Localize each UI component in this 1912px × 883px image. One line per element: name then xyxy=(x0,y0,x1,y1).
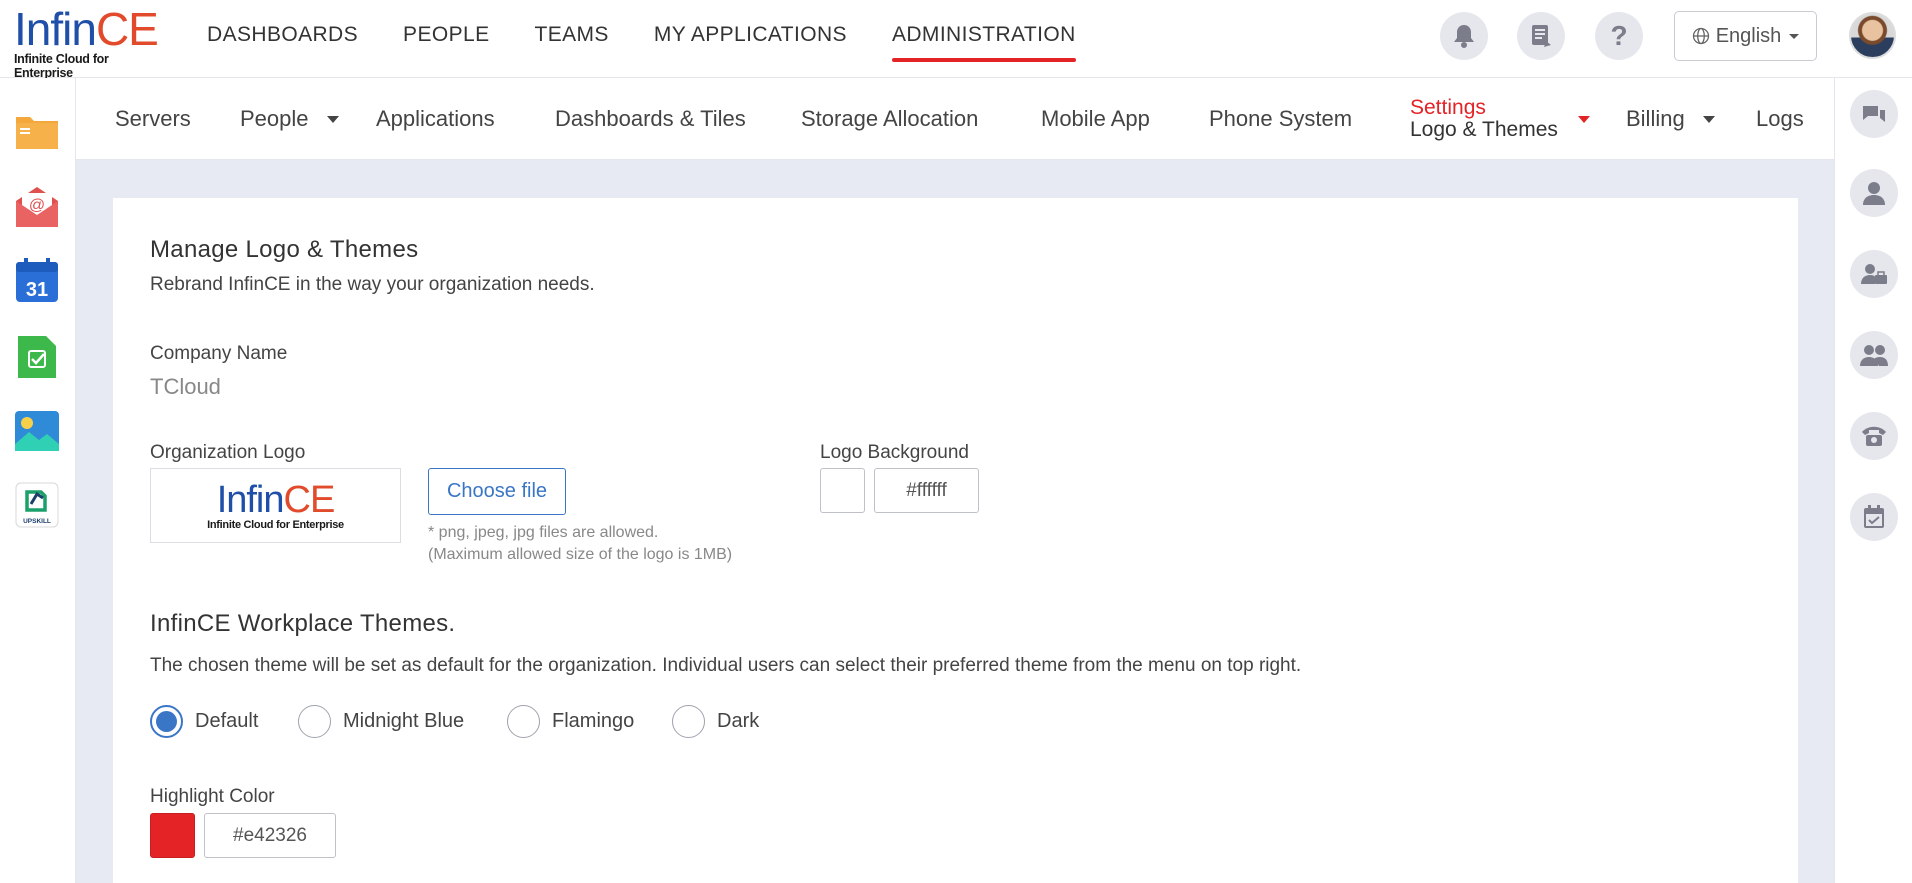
file-type-hint: * png, jpeg, jpg files are allowed. xyxy=(428,524,659,541)
bell-icon[interactable] xyxy=(1440,12,1488,60)
chat-icon[interactable] xyxy=(1850,90,1898,138)
subnav-billing-label: Billing xyxy=(1626,106,1685,131)
main-nav: DASHBOARDS PEOPLE TEAMS MY APPLICATIONS … xyxy=(207,0,1121,70)
preview-logo-word-a: Infin xyxy=(216,478,285,521)
theme-radio-dark[interactable]: Dark xyxy=(672,705,759,738)
page-subtitle: Rebrand InfinCE in the way your organiza… xyxy=(150,274,595,295)
language-label: English xyxy=(1715,24,1782,47)
logo-word-b: CE xyxy=(95,3,159,55)
themes-title: InfinCE Workplace Themes. xyxy=(150,610,456,637)
theme-radio-default[interactable]: Default xyxy=(150,705,258,738)
radio-indicator xyxy=(672,705,705,738)
globe-icon xyxy=(1692,27,1709,45)
chevron-down-icon xyxy=(1789,33,1800,39)
highlight-color-swatch[interactable] xyxy=(150,813,195,858)
preview-logo-word-b: CE xyxy=(283,478,336,521)
phone-icon[interactable] xyxy=(1850,412,1898,460)
theme-label: Dark xyxy=(717,710,760,732)
logo-background-swatch[interactable] xyxy=(820,468,865,513)
upskill-label: UPSKILL xyxy=(23,518,51,525)
org-logo-preview: InfinCE Infinite Cloud for Enterprise xyxy=(150,468,401,543)
user-icon[interactable] xyxy=(1850,169,1898,217)
theme-label: Default xyxy=(195,710,259,732)
theme-label: Flamingo xyxy=(552,710,635,732)
subnav-people-label: People xyxy=(240,106,309,131)
help-icon[interactable]: ? xyxy=(1595,12,1643,60)
theme-radio-midnight-blue[interactable]: Midnight Blue xyxy=(298,705,464,738)
radio-indicator xyxy=(507,705,540,738)
highlight-color-input[interactable]: #e42326 xyxy=(204,813,336,858)
subnav-mobile-app[interactable]: Mobile App xyxy=(1041,78,1150,160)
tasks-app-icon[interactable] xyxy=(14,334,60,380)
calendar-app-icon[interactable]: 31 xyxy=(14,258,60,304)
nav-administration[interactable]: ADMINISTRATION xyxy=(891,0,1076,70)
logo-background-input[interactable]: #ffffff xyxy=(874,468,979,513)
radio-indicator xyxy=(150,705,183,738)
preview-logo-tagline: Infinite Cloud for Enterprise xyxy=(207,518,344,531)
file-size-hint: (Maximum allowed size of the logo is 1MB… xyxy=(428,546,733,563)
themes-description: The chosen theme will be set as default … xyxy=(150,655,1302,676)
calendar-check-icon[interactable] xyxy=(1850,493,1898,541)
subnav-applications[interactable]: Applications xyxy=(376,78,495,160)
user-briefcase-icon[interactable] xyxy=(1850,250,1898,298)
top-bar: InfinCE Infinite Cloud for Enterprise DA… xyxy=(0,0,1912,80)
right-rail xyxy=(1834,78,1912,883)
chevron-down-icon xyxy=(1702,115,1715,123)
nav-teams[interactable]: TEAMS xyxy=(534,0,608,70)
logo-tagline: Infinite Cloud for Enterprise xyxy=(14,52,109,80)
help-glyph: ? xyxy=(1610,20,1628,51)
subnav-billing[interactable]: Billing xyxy=(1626,78,1715,160)
radio-indicator xyxy=(298,705,331,738)
company-name-label: Company Name xyxy=(150,343,288,364)
users-icon[interactable] xyxy=(1850,331,1898,379)
files-app-icon[interactable] xyxy=(14,108,60,154)
logo-background-label: Logo Background xyxy=(820,442,969,463)
admin-sub-nav: Servers People Applications Dashboards &… xyxy=(76,78,1834,160)
subnav-settings-current: Logo & Themes xyxy=(1410,118,1558,141)
language-select[interactable]: English xyxy=(1674,11,1817,61)
nav-dashboards[interactable]: DASHBOARDS xyxy=(207,0,358,70)
upskill-app-icon[interactable]: UPSKILL xyxy=(14,482,60,528)
company-name-value[interactable]: TCloud xyxy=(150,374,221,400)
subnav-settings-label: Settings xyxy=(1410,96,1486,119)
logo-word-a: Infin xyxy=(14,3,97,55)
subnav-dashboards-tiles[interactable]: Dashboards & Tiles xyxy=(555,78,746,160)
subnav-settings[interactable]: Settings Logo & Themes xyxy=(1410,78,1590,160)
user-avatar[interactable] xyxy=(1849,12,1896,59)
chevron-down-icon xyxy=(326,115,339,123)
mail-app-icon[interactable]: @ xyxy=(14,184,60,230)
nav-people[interactable]: PEOPLE xyxy=(403,0,489,70)
infince-logo[interactable]: InfinCE Infinite Cloud for Enterprise xyxy=(14,3,159,80)
app-launcher: @ 31 UPSKILL xyxy=(0,78,76,883)
theme-radio-flamingo[interactable]: Flamingo xyxy=(507,705,634,738)
highlight-color-label: Highlight Color xyxy=(150,786,275,807)
notes-icon[interactable] xyxy=(1517,12,1565,60)
subnav-phone-system[interactable]: Phone System xyxy=(1209,78,1352,160)
chevron-down-icon xyxy=(1577,115,1590,123)
subnav-people[interactable]: People xyxy=(240,78,339,160)
choose-file-button[interactable]: Choose file xyxy=(428,468,566,515)
photos-app-icon[interactable] xyxy=(14,408,60,454)
theme-label: Midnight Blue xyxy=(343,710,465,732)
subnav-storage-allocation[interactable]: Storage Allocation xyxy=(801,78,978,160)
page-title: Manage Logo & Themes xyxy=(150,236,419,263)
subnav-servers[interactable]: Servers xyxy=(115,78,191,160)
subnav-logs[interactable]: Logs xyxy=(1756,78,1804,160)
org-logo-label: Organization Logo xyxy=(150,442,306,463)
nav-my-applications[interactable]: MY APPLICATIONS xyxy=(654,0,847,70)
calendar-day: 31 xyxy=(26,279,48,301)
